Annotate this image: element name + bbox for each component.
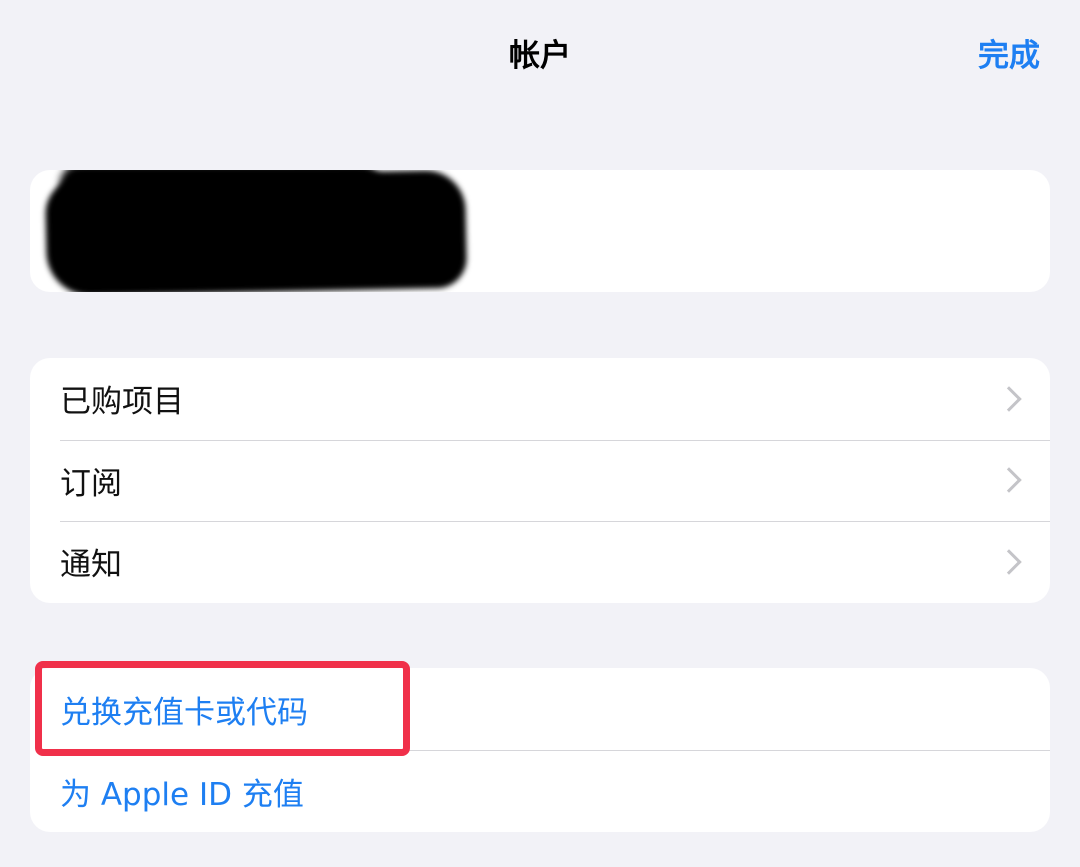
- menu-item-label: 通知: [60, 547, 122, 584]
- menu-item-purchased[interactable]: 已购项目: [30, 358, 1050, 440]
- page-title: 帐户: [509, 38, 571, 74]
- account-sheet: 帐户 完成 已购项目 订阅 通知 兑换充值卡或代码 为 Apple ID 充值: [0, 0, 1080, 867]
- navigation-bar: 帐户 完成: [0, 0, 1080, 110]
- redeem-label: 兑换充值卡或代码: [60, 694, 308, 731]
- redaction-stroke: [60, 170, 380, 204]
- profile-card[interactable]: [30, 170, 1050, 292]
- chevron-right-icon: [996, 467, 1022, 494]
- add-funds-button[interactable]: 为 Apple ID 充值: [30, 750, 1050, 832]
- chevron-right-icon: [996, 549, 1022, 575]
- done-button[interactable]: 完成: [978, 30, 1040, 75]
- menu-item-label: 订阅: [60, 465, 122, 502]
- menu-item-notifications[interactable]: 通知: [30, 521, 1050, 603]
- menu-item-label: 已购项目: [60, 384, 184, 421]
- account-menu-list: 已购项目 订阅 通知: [30, 358, 1050, 603]
- redeem-gift-card-button[interactable]: 兑换充值卡或代码: [30, 668, 1050, 750]
- chevron-right-icon: [996, 386, 1022, 412]
- menu-item-subscriptions[interactable]: 订阅: [30, 439, 1050, 522]
- funding-actions-list: 兑换充值卡或代码 为 Apple ID 充值: [30, 668, 1050, 832]
- add-funds-label: 为 Apple ID 充值: [60, 776, 304, 813]
